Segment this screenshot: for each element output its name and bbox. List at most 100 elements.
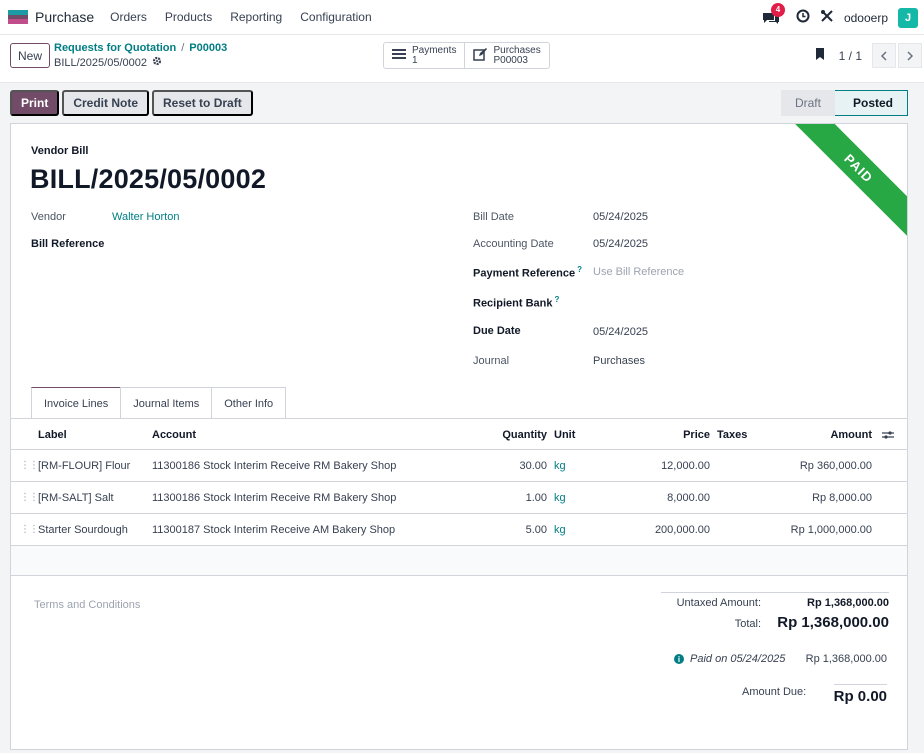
bill-reference-label: Bill Reference xyxy=(31,238,105,250)
record-name: BILL/2025/05/0002 xyxy=(54,56,147,69)
print-button[interactable]: Print xyxy=(10,90,60,116)
status-posted[interactable]: Posted xyxy=(834,90,908,116)
gear-icon[interactable] xyxy=(152,56,162,69)
due-date-label: Due Date xyxy=(473,325,521,337)
main-menu: Orders Products Reporting Configuration xyxy=(110,10,389,24)
tabs-divider xyxy=(11,418,907,419)
menu-reporting[interactable]: Reporting xyxy=(230,10,282,24)
user-avatar[interactable]: J xyxy=(898,7,918,28)
terms-and-conditions-field[interactable]: Terms and Conditions xyxy=(34,599,140,611)
line-quantity[interactable]: 1.00 xyxy=(481,482,547,513)
line-price[interactable]: 12,000.00 xyxy=(631,450,710,481)
purchases-smart-button[interactable]: Purchases P00003 xyxy=(464,43,548,68)
line-label[interactable]: [RM-FLOUR] Flour xyxy=(38,450,130,481)
journal-field[interactable]: Purchases xyxy=(593,355,645,367)
new-button[interactable]: New xyxy=(10,43,50,68)
tab-journal-items[interactable]: Journal Items xyxy=(120,387,213,419)
pager-value[interactable]: 1 / 1 xyxy=(839,49,862,63)
vendor-field[interactable]: Walter Horton xyxy=(112,211,179,223)
col-label[interactable]: Label xyxy=(38,420,67,449)
line-price[interactable]: 8,000.00 xyxy=(631,482,710,513)
payment-reference-label: Payment Reference? xyxy=(473,265,582,280)
col-account[interactable]: Account xyxy=(152,420,196,449)
line-account[interactable]: 11300186 Stock Interim Receive RM Bakery… xyxy=(152,482,396,513)
credit-note-button[interactable]: Credit Note xyxy=(62,90,150,116)
due-date-field[interactable]: 05/24/2025 xyxy=(593,326,648,338)
col-quantity[interactable]: Quantity xyxy=(481,420,547,449)
pager-next-button[interactable] xyxy=(898,43,922,68)
debug-tools-icon[interactable] xyxy=(820,9,834,26)
invoice-lines-table: Label Account Quantity Unit Price Taxes … xyxy=(11,420,907,576)
col-amount[interactable]: Amount xyxy=(771,420,872,449)
line-unit[interactable]: kg xyxy=(554,514,566,545)
move-type-label: Vendor Bill xyxy=(31,145,89,157)
action-bar: Print Credit Note Reset to Draft xyxy=(10,90,256,116)
vendor-label: Vendor xyxy=(31,211,66,223)
col-taxes[interactable]: Taxes xyxy=(717,420,747,449)
untaxed-label: Untaxed Amount: xyxy=(676,597,761,609)
line-price[interactable]: 200,000.00 xyxy=(631,514,710,545)
drag-handle-icon[interactable]: ⋮⋮ xyxy=(20,450,39,481)
menu-configuration[interactable]: Configuration xyxy=(300,10,371,24)
breadcrumb-separator: / xyxy=(181,42,185,54)
bill-date-field[interactable]: 05/24/2025 xyxy=(593,211,648,223)
purchases-label: Purchases xyxy=(493,44,541,56)
bill-number: BILL/2025/05/0002 xyxy=(30,164,267,194)
app-name[interactable]: Purchase xyxy=(35,9,94,25)
line-unit[interactable]: kg xyxy=(554,482,566,513)
drag-handle-icon[interactable]: ⋮⋮ xyxy=(20,482,39,513)
purchase-app-icon[interactable] xyxy=(8,10,28,25)
table-header: Label Account Quantity Unit Price Taxes … xyxy=(11,420,907,450)
total-label: Total: xyxy=(734,618,761,630)
line-amount: Rp 8,000.00 xyxy=(812,491,872,504)
pager: 1 / 1 xyxy=(815,43,924,68)
smart-buttons: Payments 1 Purchases P00003 xyxy=(383,42,550,69)
line-amount: Rp 1,000,000.00 xyxy=(790,523,872,536)
line-account[interactable]: 11300187 Stock Interim Receive AM Bakery… xyxy=(152,514,395,545)
breadcrumb-rfq[interactable]: Requests for Quotation xyxy=(54,42,176,54)
drag-handle-icon[interactable]: ⋮⋮ xyxy=(20,514,39,545)
table-row[interactable]: ⋮⋮ [RM-FLOUR] Flour 11300186 Stock Inter… xyxy=(11,450,907,482)
line-label[interactable]: Starter Sourdough xyxy=(38,514,128,545)
chat-icon[interactable]: 4 xyxy=(762,2,785,25)
help-icon[interactable]: ? xyxy=(577,265,582,274)
tab-other-info[interactable]: Other Info xyxy=(211,387,287,419)
line-unit[interactable]: kg xyxy=(554,450,566,481)
reset-to-draft-button[interactable]: Reset to Draft xyxy=(152,90,253,116)
table-row[interactable]: ⋮⋮ Starter Sourdough 11300187 Stock Inte… xyxy=(11,514,907,546)
menu-products[interactable]: Products xyxy=(165,10,212,24)
accounting-date-field[interactable]: 05/24/2025 xyxy=(593,238,648,250)
info-icon[interactable]: i xyxy=(674,654,684,664)
payment-reference-field[interactable]: Use Bill Reference xyxy=(593,266,684,278)
line-amount: Rp 360,000.00 xyxy=(799,459,872,472)
control-panel: New Requests for Quotation / P00003 BILL/2… xyxy=(0,35,924,83)
col-price[interactable]: Price xyxy=(631,420,710,449)
activity-clock-icon[interactable] xyxy=(796,9,810,26)
col-unit[interactable]: Unit xyxy=(554,420,575,449)
bookmark-icon[interactable] xyxy=(815,47,825,64)
breadcrumb-po[interactable]: P00003 xyxy=(189,42,227,54)
line-quantity[interactable]: 5.00 xyxy=(481,514,547,545)
payments-label: Payments xyxy=(412,44,457,56)
menu-orders[interactable]: Orders xyxy=(110,10,147,24)
payments-smart-button[interactable]: Payments 1 xyxy=(384,43,464,68)
accounting-date-label: Accounting Date xyxy=(473,238,554,250)
amount-due-label: Amount Due: xyxy=(742,686,807,698)
database-name[interactable]: odooerp xyxy=(844,11,888,25)
bill-date-label: Bill Date xyxy=(473,211,514,223)
tab-invoice-lines[interactable]: Invoice Lines xyxy=(31,387,122,419)
purchases-value: P00003 xyxy=(493,54,528,66)
breadcrumb: Requests for Quotation / P00003 xyxy=(54,42,227,54)
paid-amount: Rp 1,368,000.00 xyxy=(805,653,887,665)
column-settings-icon[interactable] xyxy=(882,420,894,449)
line-quantity[interactable]: 30.00 xyxy=(481,450,547,481)
totals-block: Untaxed Amount: Rp 1,368,000.00 Total: R… xyxy=(661,592,889,636)
pager-previous-button[interactable] xyxy=(872,43,896,68)
line-account[interactable]: 11300186 Stock Interim Receive RM Bakery… xyxy=(152,450,396,481)
payments-count: 1 xyxy=(412,54,418,66)
table-row[interactable]: ⋮⋮ [RM-SALT] Salt 11300186 Stock Interim… xyxy=(11,482,907,514)
total-row: Total: Rp 1,368,000.00 xyxy=(661,612,889,636)
line-label[interactable]: [RM-SALT] Salt xyxy=(38,482,114,513)
status-draft[interactable]: Draft xyxy=(780,90,835,116)
help-icon[interactable]: ? xyxy=(554,295,559,304)
